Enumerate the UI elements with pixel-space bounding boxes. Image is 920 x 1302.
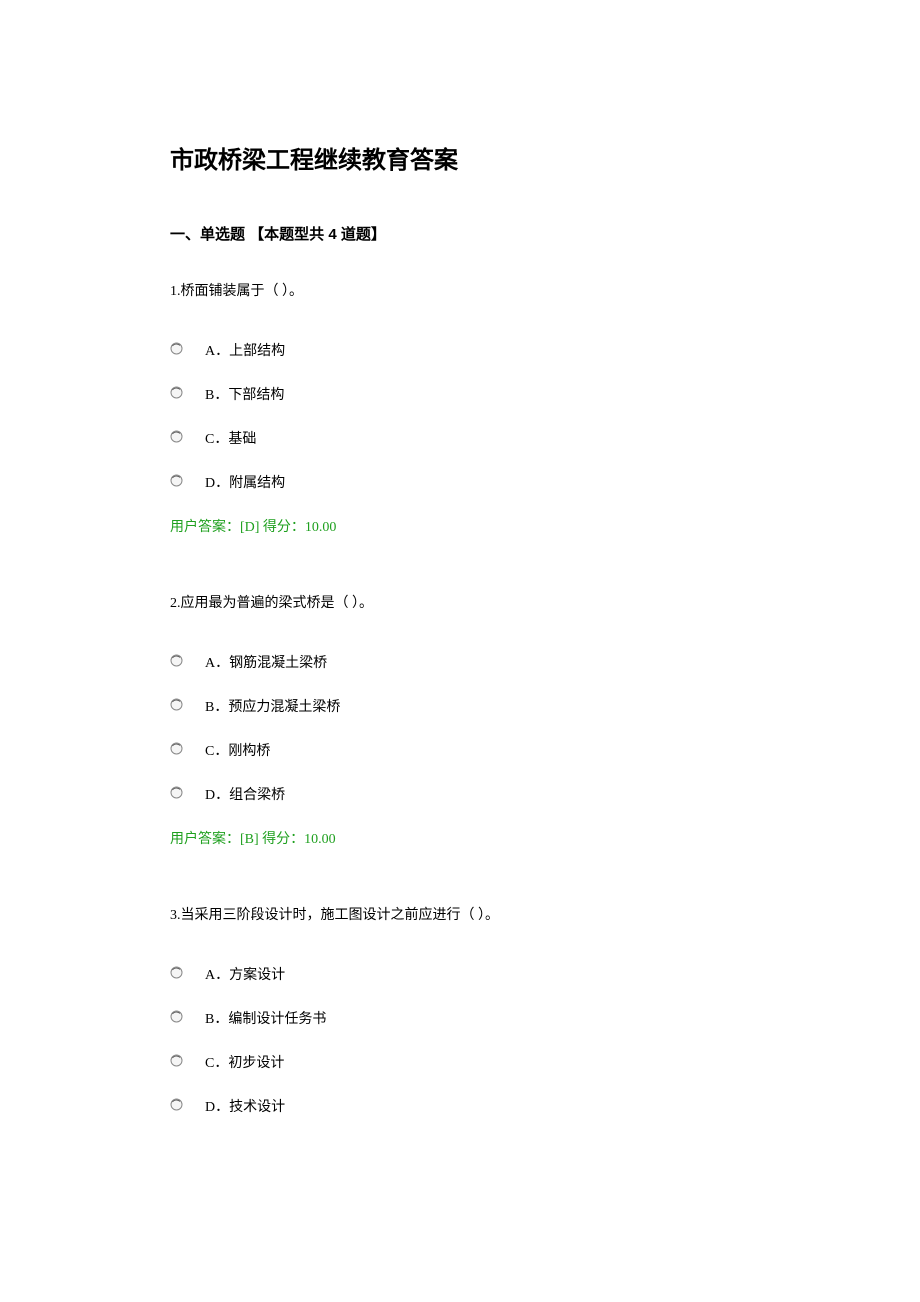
radio-icon[interactable] <box>170 742 183 755</box>
option-label: A．钢筋混凝土梁桥 <box>205 652 327 672</box>
option-label: B．编制设计任务书 <box>205 1008 326 1028</box>
question-text: 2.应用最为普遍的梁式桥是（ ）。 <box>170 592 750 612</box>
radio-icon[interactable] <box>170 1054 183 1067</box>
radio-icon[interactable] <box>170 1010 183 1023</box>
option-label: B．预应力混凝土梁桥 <box>205 696 340 716</box>
option-label: C．初步设计 <box>205 1052 284 1072</box>
question-text: 3.当采用三阶段设计时，施工图设计之前应进行（ ）。 <box>170 904 750 924</box>
question-text: 1.桥面铺装属于（ ）。 <box>170 280 750 300</box>
option-label: A．方案设计 <box>205 964 285 984</box>
radio-icon[interactable] <box>170 386 183 399</box>
radio-icon[interactable] <box>170 430 183 443</box>
option-row[interactable]: B．预应力混凝土梁桥 <box>170 696 750 716</box>
question-block: 2.应用最为普遍的梁式桥是（ ）。 A．钢筋混凝土梁桥 B．预应力混凝土梁桥 C… <box>170 592 750 848</box>
option-row[interactable]: D．附属结构 <box>170 472 750 492</box>
option-label: A．上部结构 <box>205 340 285 360</box>
radio-icon[interactable] <box>170 698 183 711</box>
option-label: C．刚构桥 <box>205 740 270 760</box>
radio-icon[interactable] <box>170 786 183 799</box>
question-block: 3.当采用三阶段设计时，施工图设计之前应进行（ ）。 A．方案设计 B．编制设计… <box>170 904 750 1116</box>
question-block: 1.桥面铺装属于（ ）。 A．上部结构 B．下部结构 C．基础 <box>170 280 750 536</box>
radio-icon[interactable] <box>170 966 183 979</box>
answer-line: 用户答案：[D] 得分：10.00 <box>170 516 750 536</box>
answer-line: 用户答案：[B] 得分：10.00 <box>170 828 750 848</box>
radio-icon[interactable] <box>170 342 183 355</box>
option-label: B．下部结构 <box>205 384 284 404</box>
option-row[interactable]: B．下部结构 <box>170 384 750 404</box>
option-label: D．组合梁桥 <box>205 784 285 804</box>
option-row[interactable]: C．初步设计 <box>170 1052 750 1072</box>
option-row[interactable]: A．方案设计 <box>170 964 750 984</box>
section-header: 一、单选题 【本题型共 4 道题】 <box>170 223 750 244</box>
option-row[interactable]: C．基础 <box>170 428 750 448</box>
radio-icon[interactable] <box>170 1098 183 1111</box>
page-title: 市政桥梁工程继续教育答案 <box>170 140 750 175</box>
option-row[interactable]: C．刚构桥 <box>170 740 750 760</box>
option-row[interactable]: A．钢筋混凝土梁桥 <box>170 652 750 672</box>
option-row[interactable]: B．编制设计任务书 <box>170 1008 750 1028</box>
option-row[interactable]: D．技术设计 <box>170 1096 750 1116</box>
option-label: C．基础 <box>205 428 256 448</box>
option-label: D．技术设计 <box>205 1096 285 1116</box>
option-row[interactable]: A．上部结构 <box>170 340 750 360</box>
radio-icon[interactable] <box>170 474 183 487</box>
option-label: D．附属结构 <box>205 472 285 492</box>
radio-icon[interactable] <box>170 654 183 667</box>
option-row[interactable]: D．组合梁桥 <box>170 784 750 804</box>
